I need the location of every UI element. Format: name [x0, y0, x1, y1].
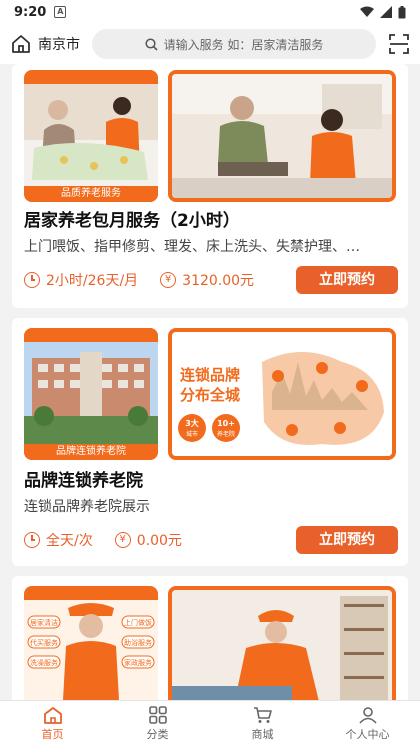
grid-icon [148, 705, 167, 724]
poster-badge-homes-label: 养老院 [217, 430, 235, 438]
book-now-button[interactable]: 立即预约 [296, 266, 398, 294]
tab-shop[interactable]: 商城 [210, 701, 315, 746]
service-card-housekeeping[interactable]: 居家清洁 上门做饭 代买服务 助浴服务 洗澡服务 家政服务 [12, 576, 408, 700]
book-now-button[interactable]: 立即预约 [296, 526, 398, 554]
tab-label: 个人中心 [345, 727, 390, 741]
user-icon [358, 706, 377, 724]
service-card-nursing-home[interactable]: 品牌连锁养老院 连锁品牌 分布全城 3大 城市 10+ 养老院 品牌连锁养老院 … [12, 318, 408, 566]
poster-tag-4: 助浴服务 [124, 638, 152, 647]
card-images: 品牌连锁养老院 连锁品牌 分布全城 3大 城市 10+ 养老院 [24, 328, 408, 460]
poster-headline-2: 分布全城 [180, 386, 240, 404]
clock-icon [24, 272, 40, 288]
poster-tag-2: 上门做饭 [124, 618, 152, 627]
tab-profile[interactable]: 个人中心 [315, 701, 420, 746]
card-meta: 全天/次 ¥ 0.00元 [24, 530, 182, 550]
top-header: 南京市 请输入服务 如：居家清洁服务 [0, 24, 420, 64]
card-description: 连锁品牌养老院展示 [24, 499, 150, 515]
status-bar: 9:20 A [0, 0, 420, 24]
poster-tag-1: 居家清洁 [30, 618, 58, 627]
search-bar[interactable]: 请输入服务 如：居家清洁服务 [92, 29, 376, 59]
notification-a-icon: A [54, 6, 67, 18]
card-title: 品牌连锁养老院 [24, 471, 143, 491]
thumb-caption: 品质养老服务 [24, 186, 158, 202]
tab-label: 商城 [251, 727, 274, 741]
battery-icon [398, 5, 406, 18]
card-thumb-nursing-home: 品牌连锁养老院 [24, 328, 158, 460]
card-images: 居家清洁 上门做饭 代买服务 助浴服务 洗澡服务 家政服务 [24, 586, 408, 700]
wifi-icon [360, 6, 374, 17]
card-thumb-elderly-care: 品质养老服务 [24, 70, 158, 202]
poster-tag-3: 代买服务 [30, 638, 58, 647]
tab-label: 首页 [41, 727, 64, 741]
card-thumb-caregiver: 居家清洁 上门做饭 代买服务 助浴服务 洗澡服务 家政服务 [24, 586, 158, 700]
card-photo-cleaning [168, 586, 396, 700]
poster-badge-cities-label: 城市 [186, 430, 198, 438]
signal-icon [380, 6, 392, 18]
status-time: 9:20 [14, 4, 47, 20]
service-feed[interactable]: 品质养老服务 居家养老包月服务（2小时） 上门喂饭、指甲修剪、理发、床上洗头、失… [0, 64, 420, 700]
poster-tag-5: 洗澡服务 [30, 658, 58, 667]
poster-headline-1: 连锁品牌 [180, 366, 240, 384]
card-poster-chain-brand: 连锁品牌 分布全城 3大 城市 10+ 养老院 [168, 328, 396, 460]
tab-category[interactable]: 分类 [105, 701, 210, 746]
service-card-home-care[interactable]: 品质养老服务 居家养老包月服务（2小时） 上门喂饭、指甲修剪、理发、床上洗头、失… [12, 64, 408, 308]
search-icon [145, 37, 158, 51]
home-icon [43, 706, 62, 724]
card-description: 上门喂饭、指甲修剪、理发、床上洗头、失禁护理、… [24, 239, 360, 255]
tab-label: 分类 [146, 727, 169, 741]
poster-badge-homes: 10+ [217, 419, 235, 428]
yen-icon: ¥ [114, 532, 131, 548]
city-selector[interactable]: 南京市 [38, 34, 80, 54]
search-placeholder: 请输入服务 如：居家清洁服务 [163, 37, 324, 52]
scan-icon[interactable] [388, 33, 410, 55]
poster-badge-cities: 3大 [185, 418, 199, 428]
thumb-caption: 品牌连锁养老院 [24, 444, 158, 460]
card-images: 品质养老服务 [24, 70, 408, 202]
card-title: 居家养老包月服务（2小时） [24, 211, 240, 231]
card-photo-home-visit [168, 70, 396, 202]
card-price: 3120.00元 [182, 273, 255, 289]
clock-icon [24, 532, 40, 548]
card-duration: 2小时/26天/月 [46, 273, 139, 289]
card-duration: 全天/次 [46, 533, 93, 549]
bottom-tab-bar: 首页 分类 商城 个人中心 [0, 700, 420, 746]
yen-icon: ¥ [160, 272, 177, 288]
card-price: 0.00元 [136, 533, 182, 549]
card-meta: 2小时/26天/月 ¥ 3120.00元 [24, 270, 254, 290]
home-location-icon[interactable] [10, 33, 32, 55]
poster-tag-6: 家政服务 [124, 658, 152, 667]
cart-icon [253, 706, 272, 723]
status-right [360, 5, 406, 19]
tab-home[interactable]: 首页 [0, 701, 105, 746]
